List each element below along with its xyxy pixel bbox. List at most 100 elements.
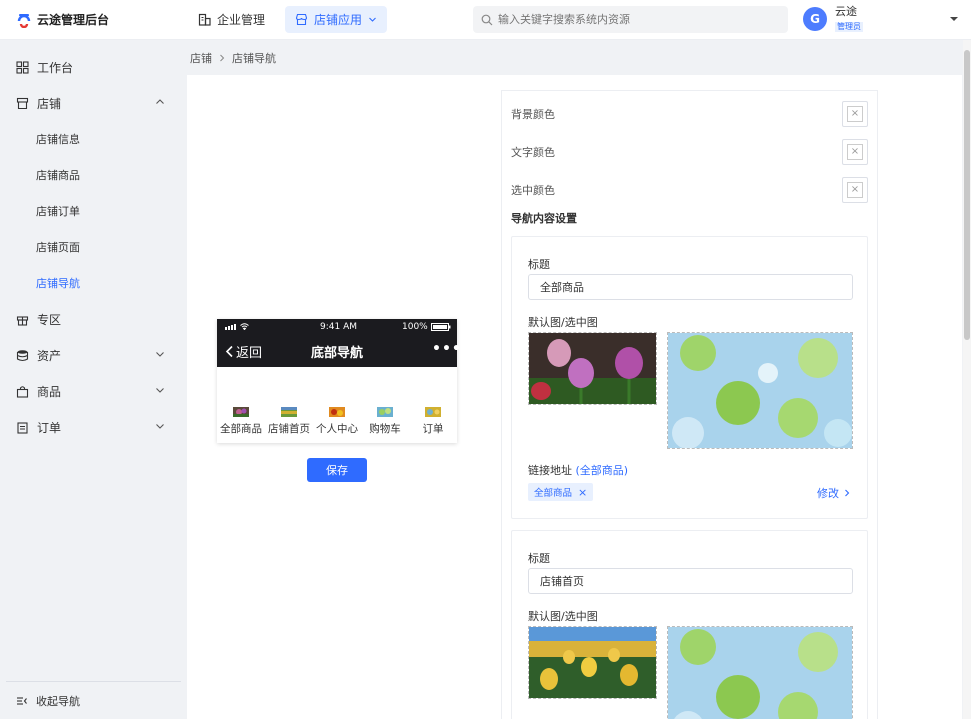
sidebar-item-orders[interactable]: 订单 [0,409,187,445]
topnav-store-apps-label: 店铺应用 [314,13,363,27]
sidebar-item-workbench[interactable]: 工作台 [0,49,187,85]
chevron-down-icon [369,17,376,22]
page-scrollbar[interactable] [963,40,971,719]
user-role-badge: 管理员 [835,22,863,32]
phone-tab[interactable]: 个人中心 [313,407,361,436]
clover-image [668,333,852,448]
phone-back-label: 返回 [236,346,263,361]
chevron-right-icon [844,489,849,497]
chevron-down-icon [156,424,164,429]
selected-image[interactable] [667,332,853,449]
topnav-store-apps[interactable]: 店铺应用 [285,6,388,33]
close-icon[interactable]: × [578,486,587,499]
battery-percent: 100% [402,322,428,332]
link-address: 链接地址 (全部商品) [528,462,628,478]
app-logo[interactable]: 云途管理后台 [16,11,109,28]
main-content: 9:41 AM 100% 底部导航 返回 ••• 全部商品 店铺首页 个人中心 … [187,75,962,719]
user-menu[interactable]: G 云途 管理员 [803,6,863,32]
title-label: 标题 [528,552,550,565]
topnav-enterprise-label: 企业管理 [217,13,266,27]
sidebar-item-shop[interactable]: 店铺 [0,85,187,121]
clear-icon: × [847,182,863,198]
top-nav: 企业管理 店铺应用 [188,6,388,33]
bag-icon [16,385,29,398]
phone-preview: 9:41 AM 100% 底部导航 返回 ••• 全部商品 店铺首页 个人中心 … [217,319,461,443]
tab-image-icon [281,407,297,417]
caret-down-icon[interactable] [949,14,959,24]
phone-tab-label: 个人中心 [316,423,358,435]
background-color-picker[interactable]: × [842,101,868,127]
image-label: 默认图/选中图 [528,316,598,329]
color-row-label: 文字颜色 [511,146,555,159]
phone-tab[interactable]: 订单 [409,407,457,436]
tulips-image [529,333,656,404]
modify-label: 修改 [817,487,839,500]
title-input[interactable] [528,274,853,300]
app-title: 云途管理后台 [37,13,110,27]
title-input[interactable] [528,568,853,594]
color-row-label: 选中颜色 [511,184,555,197]
chevron-down-icon [156,352,164,357]
settings-panel: 背景颜色 × 文字颜色 × 选中颜色 × 导航内容设置 标题 默认图/选中图 [501,90,878,719]
avatar: G [803,7,827,31]
selected-color-picker[interactable]: × [842,177,868,203]
sidebar-subitem-shop-pages[interactable]: 店铺页面 [0,229,187,265]
gift-icon [16,315,29,326]
chevron-up-icon [156,99,164,104]
sidebar-item-assets[interactable]: 资产 [0,337,187,373]
section-title: 导航内容设置 [511,212,577,225]
logo-icon [17,13,31,28]
nav-item-card: 标题 默认图/选中图 [511,236,868,519]
phone-tab-label: 全部商品 [220,423,262,435]
breadcrumb-parent[interactable]: 店铺 [190,50,212,66]
sidebar-item-label: 工作台 [37,60,74,75]
clear-icon: × [847,144,863,160]
battery-indicator: 100% [402,322,451,332]
tab-image-icon [329,407,345,417]
topnav-enterprise[interactable]: 企业管理 [188,6,275,33]
phone-tab-label: 购物车 [369,423,401,435]
default-image[interactable] [528,626,657,699]
link-tag: 全部商品 × [528,483,594,501]
search-icon [481,14,493,25]
sidebar-item-goods[interactable]: 商品 [0,373,187,409]
user-name: 云途 [835,5,857,18]
save-button[interactable]: 保存 [307,458,367,482]
collapse-nav-label: 收起导航 [36,694,80,708]
shop-icon [16,97,29,109]
sidebar: 工作台 店铺 店铺信息 店铺商品 店铺订单 店铺页面 店铺导航 专区 资产 商品… [0,40,187,719]
link-target[interactable]: (全部商品) [576,464,629,477]
phone-tab-label: 订单 [422,423,444,435]
status-time: 9:41 AM [320,322,357,332]
more-icon[interactable]: ••• [432,341,462,357]
collapse-nav-button[interactable]: 收起导航 [6,681,181,719]
sidebar-subitem-shop-orders[interactable]: 店铺订单 [0,193,187,229]
chevron-left-icon [225,345,233,358]
sidebar-subitem-shop-products[interactable]: 店铺商品 [0,157,187,193]
signal-icon [225,323,249,330]
selected-image[interactable] [667,626,853,719]
phone-tab[interactable]: 购物车 [361,407,409,436]
phone-back-button[interactable]: 返回 [225,342,262,361]
sidebar-subitem-shop-info[interactable]: 店铺信息 [0,121,187,157]
search-input[interactable] [498,13,778,26]
store-icon [295,13,308,26]
phone-tab[interactable]: 店铺首页 [265,407,313,436]
phone-tab-label: 店铺首页 [268,423,310,435]
sidebar-item-label: 资产 [37,348,62,363]
phone-tabbar: 全部商品 店铺首页 个人中心 购物车 订单 [217,407,457,436]
scrollbar-thumb[interactable] [964,50,970,340]
default-image[interactable] [528,332,657,405]
text-color-picker[interactable]: × [842,139,868,165]
sidebar-item-label: 专区 [37,312,62,327]
modify-link-button[interactable]: 修改 [817,485,851,501]
phone-tab[interactable]: 全部商品 [217,407,265,436]
clipboard-icon [17,421,28,434]
yellow-tulips-image [529,627,656,698]
sidebar-subitem-shop-navigation[interactable]: 店铺导航 [0,265,187,301]
sidebar-item-label: 商品 [37,384,62,399]
clover-image [668,627,852,719]
color-row-background: 背景颜色 × [502,95,877,133]
sidebar-item-zone[interactable]: 专区 [0,301,187,337]
phone-header: 9:41 AM 100% 底部导航 返回 ••• [217,319,461,367]
